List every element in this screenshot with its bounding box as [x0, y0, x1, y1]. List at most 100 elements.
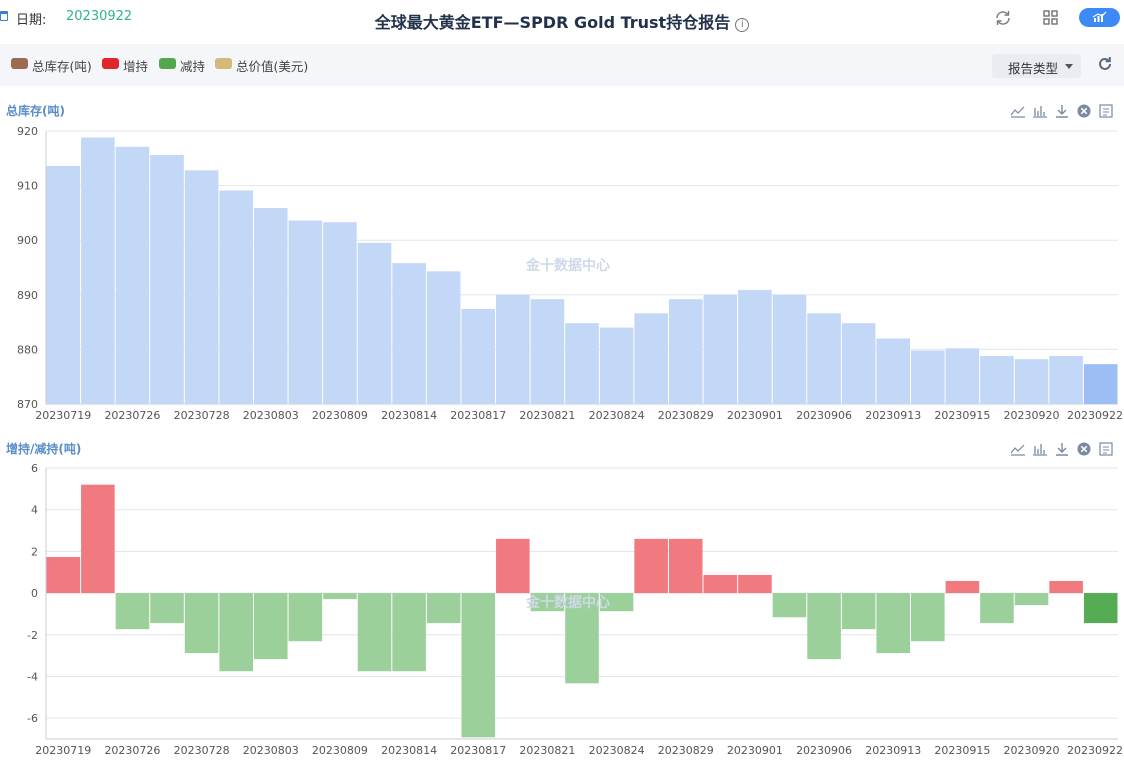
legend-label: 减持: [180, 59, 206, 74]
bar[interactable]: [496, 294, 530, 404]
close-icon[interactable]: [1076, 441, 1092, 457]
bar[interactable]: [1049, 580, 1083, 594]
chart-toolbox: [1010, 103, 1116, 119]
bar[interactable]: [461, 308, 496, 404]
bar[interactable]: [772, 593, 807, 618]
bar[interactable]: [253, 207, 288, 404]
legend-label: 总库存(吨): [32, 59, 92, 74]
bar[interactable]: [668, 299, 703, 404]
data-view-icon[interactable]: [1098, 103, 1114, 119]
bar[interactable]: [323, 222, 357, 404]
bar[interactable]: [184, 170, 219, 404]
info-icon[interactable]: i: [735, 18, 750, 32]
x-tick-label: 20230829: [658, 409, 714, 422]
bar[interactable]: [634, 538, 668, 594]
y-tick-label: 0: [31, 587, 38, 600]
chart-title-holdings: 总库存(吨): [6, 104, 65, 118]
bar[interactable]: [703, 294, 738, 404]
bar[interactable]: [876, 338, 911, 404]
bar[interactable]: [81, 137, 115, 404]
top-bar: 日期: 20230922 全球最大黄金ETF—SPDR Gold Trust持仓…: [0, 0, 1124, 40]
bar[interactable]: [150, 155, 184, 404]
grid-layout-icon[interactable]: [1040, 8, 1062, 28]
line-chart-icon[interactable]: [1010, 103, 1026, 119]
line-chart-icon[interactable]: [1010, 441, 1026, 457]
bar[interactable]: [738, 574, 772, 594]
x-tick-label: 20230726: [104, 744, 160, 757]
bar[interactable]: [634, 313, 668, 404]
bar[interactable]: [738, 289, 772, 404]
chart-title-change: 增持/减持(吨): [6, 442, 82, 456]
bar[interactable]: [1014, 593, 1049, 606]
bar[interactable]: [565, 323, 599, 404]
chart-view-toggle[interactable]: [1079, 8, 1120, 27]
bar[interactable]: [772, 294, 807, 404]
bar[interactable]: [945, 348, 980, 404]
bar[interactable]: [253, 593, 288, 660]
bar[interactable]: [807, 593, 841, 660]
report-type-label: 报告类型: [1008, 61, 1059, 76]
bar[interactable]: [1014, 359, 1049, 404]
bar[interactable]: [357, 242, 392, 404]
x-tick-label: 20230920: [1004, 744, 1060, 757]
bar[interactable]: [703, 574, 738, 594]
bar[interactable]: [530, 299, 565, 404]
bar[interactable]: [426, 593, 461, 624]
bar[interactable]: [1049, 355, 1083, 404]
x-tick-label: 20230821: [519, 409, 575, 422]
bar-chart-icon[interactable]: [1032, 103, 1048, 119]
bar[interactable]: [115, 146, 150, 405]
bar[interactable]: [46, 557, 81, 594]
bar[interactable]: [1083, 593, 1118, 624]
watermark: 金十数据中心: [526, 258, 610, 274]
bar[interactable]: [496, 538, 530, 594]
x-tick-label: 20230809: [312, 409, 368, 422]
x-tick-label: 20230901: [727, 409, 783, 422]
bar[interactable]: [81, 484, 115, 594]
bar[interactable]: [1083, 364, 1118, 404]
bar[interactable]: [184, 593, 219, 654]
bar[interactable]: [392, 263, 426, 404]
bar[interactable]: [392, 593, 426, 672]
legend-swatch: [159, 58, 176, 69]
bar[interactable]: [911, 593, 945, 642]
report-type-select[interactable]: 报告类型: [992, 54, 1081, 78]
bar[interactable]: [841, 593, 876, 630]
bar[interactable]: [288, 220, 323, 404]
download-icon[interactable]: [1054, 441, 1070, 457]
close-icon[interactable]: [1076, 103, 1092, 119]
legend-swatch: [11, 58, 28, 69]
x-tick-label: 20230728: [174, 744, 230, 757]
x-tick-label: 20230824: [589, 409, 645, 422]
x-tick-label: 20230726: [104, 409, 160, 422]
bar[interactable]: [980, 355, 1014, 404]
bar[interactable]: [426, 271, 461, 404]
bar[interactable]: [219, 593, 253, 672]
y-tick-label: 890: [17, 289, 38, 302]
bar[interactable]: [945, 580, 980, 594]
bar[interactable]: [461, 593, 496, 738]
bar[interactable]: [841, 323, 876, 404]
y-tick-label: 4: [31, 504, 38, 517]
bar[interactable]: [115, 593, 150, 630]
bar[interactable]: [219, 190, 253, 404]
bar[interactable]: [599, 327, 634, 404]
y-tick-label: 900: [17, 234, 38, 247]
bar[interactable]: [980, 593, 1014, 624]
bar[interactable]: [323, 593, 357, 600]
download-icon[interactable]: [1054, 103, 1070, 119]
bar[interactable]: [668, 538, 703, 594]
bar[interactable]: [288, 593, 323, 642]
bar[interactable]: [357, 593, 392, 672]
bar[interactable]: [807, 313, 841, 404]
bar[interactable]: [46, 165, 81, 404]
bar-chart-icon[interactable]: [1032, 441, 1048, 457]
page-title-text: 全球最大黄金ETF—SPDR Gold Trust持仓报告: [374, 13, 731, 32]
refresh-icon[interactable]: [992, 8, 1014, 28]
reload-icon[interactable]: [1096, 55, 1114, 73]
bar[interactable]: [876, 593, 911, 654]
chevron-down-icon: [1065, 64, 1073, 69]
data-view-icon[interactable]: [1098, 441, 1114, 457]
bar[interactable]: [911, 350, 945, 404]
bar[interactable]: [150, 593, 184, 624]
